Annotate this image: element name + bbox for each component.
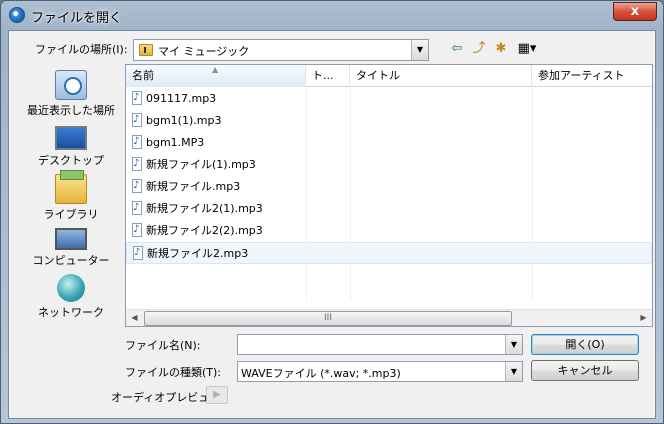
close-button[interactable]: x: [613, 2, 657, 21]
audio-file-icon: [132, 197, 142, 219]
dialog-client-area: ファイルの場所(I): マイ ミュージック ▼ ⇦ ⤴ ✱ ▦▾ 最近表示した場…: [8, 30, 656, 419]
cancel-button[interactable]: キャンセル: [531, 360, 639, 381]
column-header-row: ▲ 名前 ト... タイトル 参加アーティスト: [126, 65, 652, 87]
chevron-down-icon[interactable]: ▼: [505, 335, 522, 354]
scrollbar-thumb[interactable]: III: [144, 311, 512, 326]
file-row[interactable]: 新規ファイル(1).mp3: [126, 153, 652, 176]
file-row[interactable]: bgm1(1).mp3: [126, 109, 652, 132]
file-name: 091117.mp3: [146, 92, 217, 105]
filetype-value: WAVEファイル (*.wav; *.mp3): [241, 367, 401, 380]
recent-places-icon: [55, 70, 87, 100]
places-bar: 最近表示した場所 デスクトップ ライブラリ コンピューター ネットワーク: [15, 66, 127, 319]
place-label: デスクトップ: [38, 154, 104, 167]
audio-file-icon: [132, 109, 142, 131]
audio-file-icon: [132, 175, 142, 197]
file-row[interactable]: 新規ファイル.mp3: [126, 175, 652, 198]
column-header-title[interactable]: タイトル: [350, 65, 532, 87]
file-list[interactable]: ▲ 名前 ト... タイトル 参加アーティスト 091117.mp3 bgm1(…: [125, 64, 653, 327]
chevron-down-icon[interactable]: ▼: [505, 362, 522, 381]
place-label: ネットワーク: [38, 306, 104, 319]
file-name: 新規ファイル2(1).mp3: [146, 202, 263, 215]
file-name: 新規ファイル2.mp3: [147, 247, 249, 260]
audio-file-icon: [133, 242, 143, 264]
scroll-left-icon[interactable]: ◀: [126, 310, 143, 327]
horizontal-scrollbar[interactable]: ◀ III ▶: [126, 309, 652, 326]
place-label: ライブラリ: [43, 208, 99, 221]
lookin-dropdown[interactable]: マイ ミュージック ▼: [133, 39, 429, 61]
column-header-type[interactable]: ト...: [306, 65, 350, 87]
place-network[interactable]: ネットワーク: [15, 274, 127, 320]
filetype-label: ファイルの種類(T):: [125, 366, 222, 379]
filetype-select[interactable]: WAVEファイル (*.wav; *.mp3) ▼: [237, 361, 523, 382]
file-name: 新規ファイル(1).mp3: [146, 158, 256, 171]
file-name: 新規ファイル.mp3: [146, 180, 241, 193]
audio-file-icon: [132, 131, 142, 153]
file-row-selected[interactable]: 新規ファイル2.mp3: [126, 242, 652, 264]
filename-label: ファイル名(N):: [125, 339, 201, 352]
play-icon[interactable]: ▶: [206, 386, 228, 404]
new-folder-icon[interactable]: ✱: [491, 40, 511, 58]
place-computer[interactable]: コンピューター: [15, 224, 127, 268]
filename-combo[interactable]: ▼: [237, 334, 523, 355]
file-row[interactable]: 新規ファイル2(1).mp3: [126, 197, 652, 220]
sort-ascending-icon: ▲: [212, 65, 219, 74]
network-icon: [57, 274, 85, 302]
audio-file-icon: [132, 219, 142, 241]
place-libraries[interactable]: ライブラリ: [15, 170, 127, 222]
scroll-right-icon[interactable]: ▶: [635, 310, 652, 327]
app-icon: [9, 7, 25, 23]
view-menu-icon[interactable]: ▦▾: [513, 40, 541, 58]
file-name: bgm1(1).mp3: [146, 114, 222, 127]
chevron-down-icon[interactable]: ▼: [411, 40, 428, 60]
computer-icon: [55, 228, 87, 250]
file-name: 新規ファイル2(2).mp3: [146, 224, 263, 237]
up-folder-icon[interactable]: ⤴: [469, 40, 489, 58]
window-title: ファイルを開く: [31, 11, 123, 26]
file-row[interactable]: bgm1.MP3: [126, 131, 652, 154]
file-name: bgm1.MP3: [146, 136, 205, 149]
place-recent[interactable]: 最近表示した場所: [15, 70, 127, 118]
column-header-artist[interactable]: 参加アーティスト: [532, 65, 652, 87]
file-row[interactable]: 新規ファイル2(2).mp3: [126, 219, 652, 242]
open-file-dialog: ファイルを開く x ファイルの場所(I): マイ ミュージック ▼ ⇦ ⤴ ✱ …: [0, 0, 664, 424]
title-bar[interactable]: ファイルを開く x: [1, 1, 663, 29]
column-name-label: 名前: [132, 69, 154, 82]
open-button[interactable]: 開く(O): [531, 334, 639, 355]
place-label: コンピューター: [32, 254, 110, 267]
audio-file-icon: [132, 153, 142, 175]
libraries-icon: [55, 170, 87, 204]
audio-file-icon: [132, 87, 142, 109]
lookin-label: ファイルの場所(I):: [35, 43, 128, 56]
place-desktop[interactable]: デスクトップ: [15, 122, 127, 168]
column-header-name[interactable]: ▲ 名前: [126, 65, 306, 87]
back-arrow-icon[interactable]: ⇦: [447, 40, 467, 58]
file-rows: 091117.mp3 bgm1(1).mp3 bgm1.MP3 新規ファイル(1…: [126, 87, 652, 264]
place-label: 最近表示した場所: [27, 104, 115, 117]
file-row[interactable]: 091117.mp3: [126, 87, 652, 110]
music-folder-icon: [139, 44, 153, 56]
desktop-icon: [55, 126, 87, 150]
lookin-value: マイ ミュージック: [158, 45, 250, 58]
